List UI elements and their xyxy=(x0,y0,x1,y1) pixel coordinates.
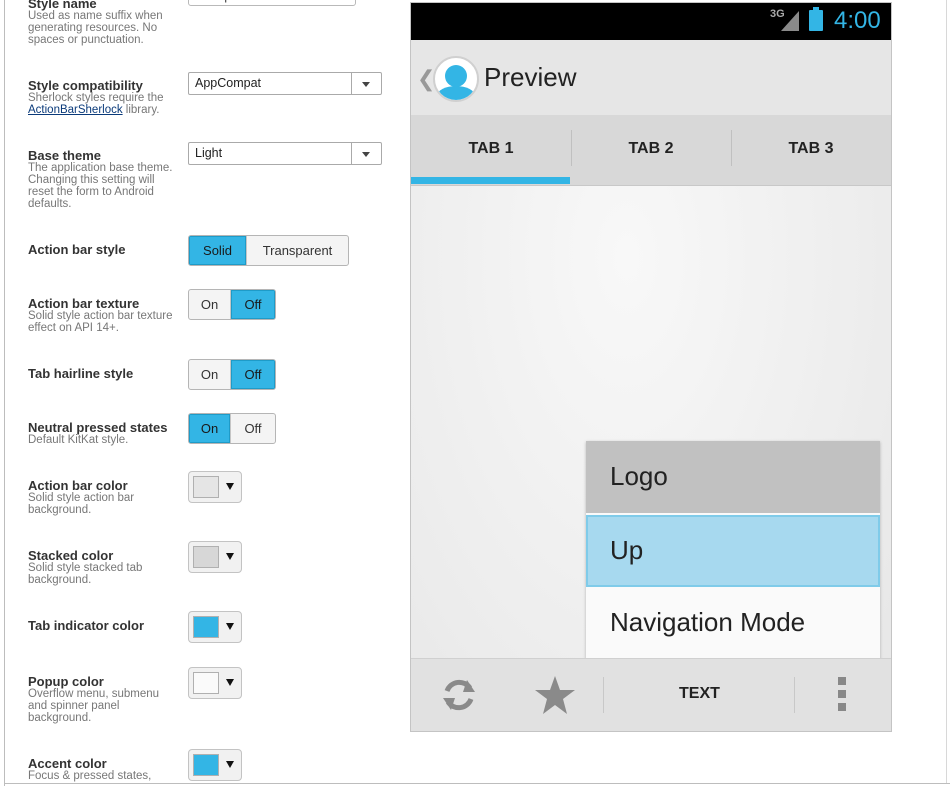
tab-hairline-off-button[interactable]: Off xyxy=(231,360,275,389)
stacked-color-chip xyxy=(193,546,219,568)
tab-indicator-color-chip xyxy=(193,616,219,638)
action-bar-title: Preview xyxy=(484,62,577,92)
tab-hairline-toggle: On Off xyxy=(188,359,276,390)
action-bar-color-chip xyxy=(193,476,219,498)
star-icon[interactable] xyxy=(534,675,576,715)
frame-border-bottom xyxy=(4,783,950,784)
action-bar-style-label: Action bar style xyxy=(28,242,126,257)
action-bar-style-transparent-button[interactable]: Transparent xyxy=(247,236,348,265)
action-divider xyxy=(794,677,795,713)
battery-icon xyxy=(809,7,823,31)
action-bar-texture-label: Action bar texture xyxy=(28,296,140,311)
action-divider xyxy=(603,677,604,713)
accent-color-label: Accent color xyxy=(28,756,107,771)
split-action-bar: TEXT xyxy=(411,658,891,731)
style-name-input[interactable] xyxy=(188,0,356,6)
caret-down-icon xyxy=(226,679,234,686)
tab-indicator-color-label: Tab indicator color xyxy=(28,618,145,633)
actionbarsherlock-link[interactable]: ActionBarSherlock xyxy=(28,104,123,116)
action-bar-texture-on-button[interactable]: On xyxy=(189,290,231,319)
popup-color-help: Overflow menu, submenu and spinner panel… xyxy=(28,688,160,724)
action-bar-style-solid-button[interactable]: Solid xyxy=(189,236,247,265)
neutral-pressed-on-button[interactable]: On xyxy=(189,414,231,443)
accent-color-chip xyxy=(193,754,219,776)
action-bar-texture-toggle: On Off xyxy=(188,289,276,320)
base-theme-help: The application base theme. Changing thi… xyxy=(28,162,173,210)
tab-2[interactable]: TAB 2 xyxy=(571,115,731,185)
tab-bar: TAB 1 TAB 2 TAB 3 xyxy=(411,115,891,186)
base-theme-select[interactable]: Light xyxy=(188,142,382,165)
menu-item-up[interactable]: Up xyxy=(586,515,880,587)
action-bar-color-picker[interactable] xyxy=(188,471,242,503)
base-theme-label: Base theme xyxy=(28,148,101,163)
popup-color-chip xyxy=(193,672,219,694)
device-preview: 3G 4:00 ❮ Preview TAB 1 TAB 2 TAB 3 Logo… xyxy=(410,2,892,732)
popup-color-label: Popup color xyxy=(28,674,104,689)
status-bar: 3G 4:00 xyxy=(411,3,891,40)
caret-down-icon xyxy=(226,553,234,560)
style-compat-value: AppCompat xyxy=(195,76,262,90)
caret-down-icon xyxy=(226,623,234,630)
base-theme-value: Light xyxy=(195,146,223,160)
action-bar-texture-off-button[interactable]: Off xyxy=(231,290,275,319)
popup-color-picker[interactable] xyxy=(188,667,242,699)
action-bar-color-help: Solid style action bar background. xyxy=(28,492,135,516)
tab-indicator xyxy=(411,177,570,184)
action-bar: ❮ Preview xyxy=(411,40,891,115)
neutral-pressed-off-button[interactable]: Off xyxy=(231,414,275,443)
neutral-pressed-help: Default KitKat style. xyxy=(28,434,129,446)
style-compat-select[interactable]: AppCompat xyxy=(188,72,382,95)
stacked-color-label: Stacked color xyxy=(28,548,114,563)
tab-indicator-color-picker[interactable] xyxy=(188,611,242,643)
stacked-color-help: Solid style stacked tab background. xyxy=(28,562,143,586)
style-compat-help: Sherlock styles require the ActionBarShe… xyxy=(28,92,164,116)
chevron-down-icon xyxy=(351,143,381,164)
accent-color-picker[interactable] xyxy=(188,749,242,781)
app-logo-icon[interactable] xyxy=(433,56,479,102)
caret-down-icon xyxy=(226,483,234,490)
caret-down-icon xyxy=(226,761,234,768)
navigation-popup-menu: Logo Up Navigation Mode xyxy=(586,441,880,659)
text-action-button[interactable]: TEXT xyxy=(679,685,720,703)
action-bar-color-label: Action bar color xyxy=(28,478,128,493)
refresh-icon[interactable] xyxy=(439,675,479,715)
neutral-pressed-label: Neutral pressed states xyxy=(28,420,168,435)
tab-hairline-on-button[interactable]: On xyxy=(189,360,231,389)
menu-item-logo[interactable]: Logo xyxy=(586,441,880,513)
tab-hairline-label: Tab hairline style xyxy=(28,366,134,381)
action-bar-texture-help: Solid style action bar texture effect on… xyxy=(28,310,173,334)
tab-1[interactable]: TAB 1 xyxy=(411,115,571,185)
signal-icon xyxy=(781,11,799,31)
style-compat-label: Style compatibility xyxy=(28,78,143,93)
overflow-menu-icon[interactable] xyxy=(838,677,846,711)
frame-border-right xyxy=(946,0,947,784)
frame-border-left xyxy=(4,0,5,786)
menu-item-navigation-mode[interactable]: Navigation Mode xyxy=(586,587,880,659)
status-time: 4:00 xyxy=(834,7,881,34)
style-name-help: Used as name suffix when generating reso… xyxy=(28,10,163,46)
tab-3[interactable]: TAB 3 xyxy=(731,115,891,185)
stacked-color-picker[interactable] xyxy=(188,541,242,573)
neutral-pressed-toggle: On Off xyxy=(188,413,276,444)
accent-color-help: Focus & pressed states, xyxy=(28,770,152,782)
action-bar-style-toggle: Solid Transparent xyxy=(188,235,349,266)
chevron-down-icon xyxy=(351,73,381,94)
